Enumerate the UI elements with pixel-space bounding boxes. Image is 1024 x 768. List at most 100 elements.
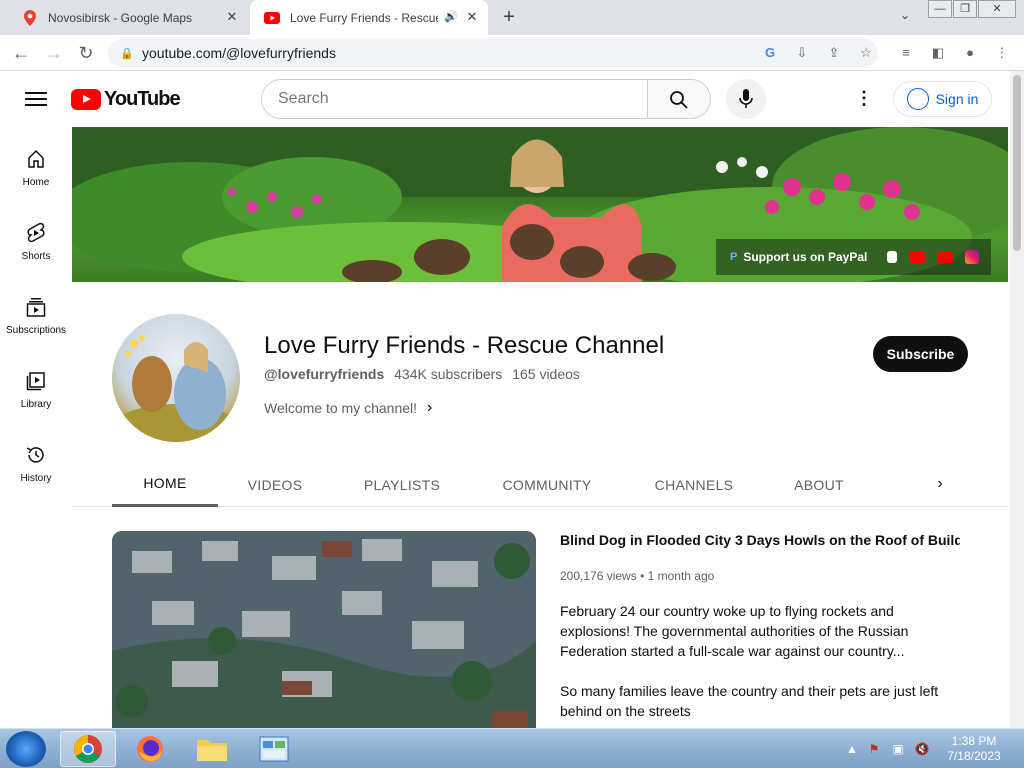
- featured-video-thumbnail[interactable]: [112, 531, 536, 728]
- sidebar-item-home[interactable]: Home: [0, 127, 72, 201]
- channel-avatar[interactable]: [112, 314, 240, 442]
- description-paragraph: February 24 our country woke up to flyin…: [560, 603, 909, 659]
- scrollbar-thumb[interactable]: [1013, 75, 1021, 251]
- browser-tab-youtube[interactable]: Love Furry Friends - Rescue C 🔊 ✕: [250, 0, 488, 35]
- tab-videos[interactable]: VIDEOS: [232, 462, 318, 507]
- channel-meta: @lovefurryfriends 434K subscribers 165 v…: [264, 366, 580, 382]
- featured-video-title[interactable]: Blind Dog in Flooded City 3 Days Howls o…: [560, 532, 960, 548]
- sign-in-label: Sign in: [935, 91, 979, 107]
- featured-video-description[interactable]: February 24 our country woke up to flyin…: [560, 601, 940, 741]
- forward-button[interactable]: →: [42, 41, 66, 65]
- taskbar-control-panel[interactable]: [246, 731, 302, 767]
- youtube-header: YouTube ⋮ Sign in: [0, 71, 1010, 127]
- sidebar-item-label: Shorts: [21, 251, 51, 262]
- tab-title: Novosibirsk - Google Maps: [48, 10, 193, 25]
- chrome-icon: [74, 735, 102, 763]
- sidebar-item-label: Library: [20, 399, 52, 410]
- voice-search-button[interactable]: [726, 79, 766, 119]
- url-text: youtube.com/@lovefurryfriends: [142, 45, 336, 61]
- channel-description-link[interactable]: Welcome to my channel! ›: [264, 399, 432, 417]
- page-scrollbar[interactable]: [1010, 71, 1024, 728]
- channel-handle: @lovefurryfriends: [264, 366, 385, 382]
- browser-toolbar: ← → ↻ 🔒 youtube.com/@lovefurryfriends G …: [0, 35, 1024, 71]
- close-window-button[interactable]: ✕: [978, 0, 1016, 18]
- youtube-favicon-icon: [264, 10, 280, 26]
- clock-date: 7/18/2023: [947, 749, 1001, 763]
- description-paragraph: So many families leave the country and t…: [560, 683, 939, 719]
- subscribe-button[interactable]: Subscribe: [873, 336, 968, 372]
- sidebar-item-library[interactable]: Library: [0, 349, 72, 423]
- back-button[interactable]: ←: [9, 41, 33, 65]
- featured-video-meta: 200,176 views • 1 month ago: [560, 569, 714, 583]
- browser-tab-maps[interactable]: Novosibirsk - Google Maps ✕: [8, 0, 248, 35]
- settings-more-icon[interactable]: ⋮: [852, 87, 876, 111]
- audio-playing-icon[interactable]: 🔊: [444, 10, 458, 23]
- close-tab-icon[interactable]: ✕: [464, 9, 480, 25]
- microphone-icon: [739, 89, 753, 108]
- channel-name: Love Furry Friends - Rescue Channel: [264, 332, 665, 359]
- tab-community[interactable]: COMMUNITY: [486, 462, 608, 507]
- browser-menu-icon[interactable]: ⋮: [992, 43, 1012, 63]
- profile-icon[interactable]: ●: [960, 43, 980, 63]
- youtube-link-icon[interactable]: [937, 251, 954, 263]
- volume-muted-icon[interactable]: 🔇: [914, 741, 930, 757]
- close-tab-icon[interactable]: ✕: [224, 9, 240, 25]
- subscriptions-icon: [24, 295, 48, 319]
- chevron-right-icon: ›: [427, 399, 433, 416]
- taskbar-chrome[interactable]: [60, 731, 116, 767]
- sign-in-button[interactable]: Sign in: [893, 81, 992, 117]
- share-icon[interactable]: ⇪: [824, 43, 844, 63]
- youtube-link-icon[interactable]: [909, 251, 926, 263]
- google-lens-icon[interactable]: G: [760, 43, 780, 63]
- tab-home[interactable]: HOME: [112, 462, 218, 507]
- search-icon: [670, 91, 688, 109]
- network-icon[interactable]: ▣: [890, 741, 906, 757]
- search-button[interactable]: [647, 80, 710, 118]
- control-panel-icon: [259, 736, 289, 762]
- tab-search-chevron-icon[interactable]: ⌄: [896, 8, 914, 26]
- instagram-icon[interactable]: [965, 250, 980, 264]
- channel-banner: P Support us on PayPal: [72, 127, 1008, 282]
- new-tab-button[interactable]: +: [498, 6, 520, 28]
- show-hidden-icons-icon[interactable]: ▲: [844, 741, 860, 757]
- home-icon: [24, 147, 48, 171]
- search-input[interactable]: [262, 80, 647, 118]
- minimize-button[interactable]: —: [928, 0, 952, 18]
- account-circle-icon: [906, 88, 929, 110]
- patreon-icon[interactable]: [887, 251, 898, 263]
- start-button[interactable]: [6, 731, 46, 767]
- sidebar-item-subscriptions[interactable]: Subscriptions: [0, 275, 72, 349]
- menu-hamburger-icon[interactable]: [24, 88, 48, 110]
- taskbar-explorer[interactable]: [184, 731, 240, 767]
- install-app-icon[interactable]: ⇩: [792, 43, 812, 63]
- system-clock[interactable]: 1:38 PM 7/18/2023: [942, 734, 1006, 764]
- youtube-sidebar: Home Shorts Subscriptions Library Histor…: [0, 127, 72, 727]
- windows-taskbar: ▲ ⚑ ▣ 🔇 1:38 PM 7/18/2023: [0, 728, 1024, 768]
- action-center-flag-icon[interactable]: ⚑: [866, 741, 882, 757]
- sidebar-item-history[interactable]: History: [0, 423, 72, 497]
- bookmark-star-icon[interactable]: ☆: [856, 43, 876, 63]
- tab-channels[interactable]: CHANNELS: [640, 462, 748, 507]
- meta-separator: •: [640, 569, 648, 583]
- youtube-wordmark: YouTube: [104, 88, 181, 110]
- sidebar-item-shorts[interactable]: Shorts: [0, 201, 72, 275]
- reload-button[interactable]: ↻: [74, 41, 98, 65]
- google-maps-icon: [22, 9, 38, 26]
- clock-time: 1:38 PM: [951, 734, 997, 748]
- side-panel-icon[interactable]: ◧: [928, 43, 948, 63]
- flooded-city-image: [112, 531, 536, 728]
- lock-icon[interactable]: 🔒: [120, 47, 136, 60]
- channel-header: Love Furry Friends - Rescue Channel @lov…: [72, 282, 1010, 462]
- video-count: 165 videos: [512, 366, 580, 382]
- media-controls-icon[interactable]: ≡: [896, 43, 916, 63]
- youtube-logo[interactable]: YouTube: [71, 88, 181, 111]
- support-paypal-link[interactable]: P Support us on PayPal: [716, 239, 991, 275]
- youtube-play-icon: [71, 89, 101, 110]
- channel-avatar-image: [112, 335, 240, 442]
- taskbar-firefox[interactable]: [122, 731, 178, 767]
- tab-about[interactable]: ABOUT: [780, 462, 858, 507]
- sidebar-item-label: Home: [22, 177, 50, 188]
- chevron-right-icon[interactable]: ›: [928, 472, 952, 496]
- tab-playlists[interactable]: PLAYLISTS: [346, 462, 458, 507]
- maximize-button[interactable]: ❐: [953, 0, 977, 18]
